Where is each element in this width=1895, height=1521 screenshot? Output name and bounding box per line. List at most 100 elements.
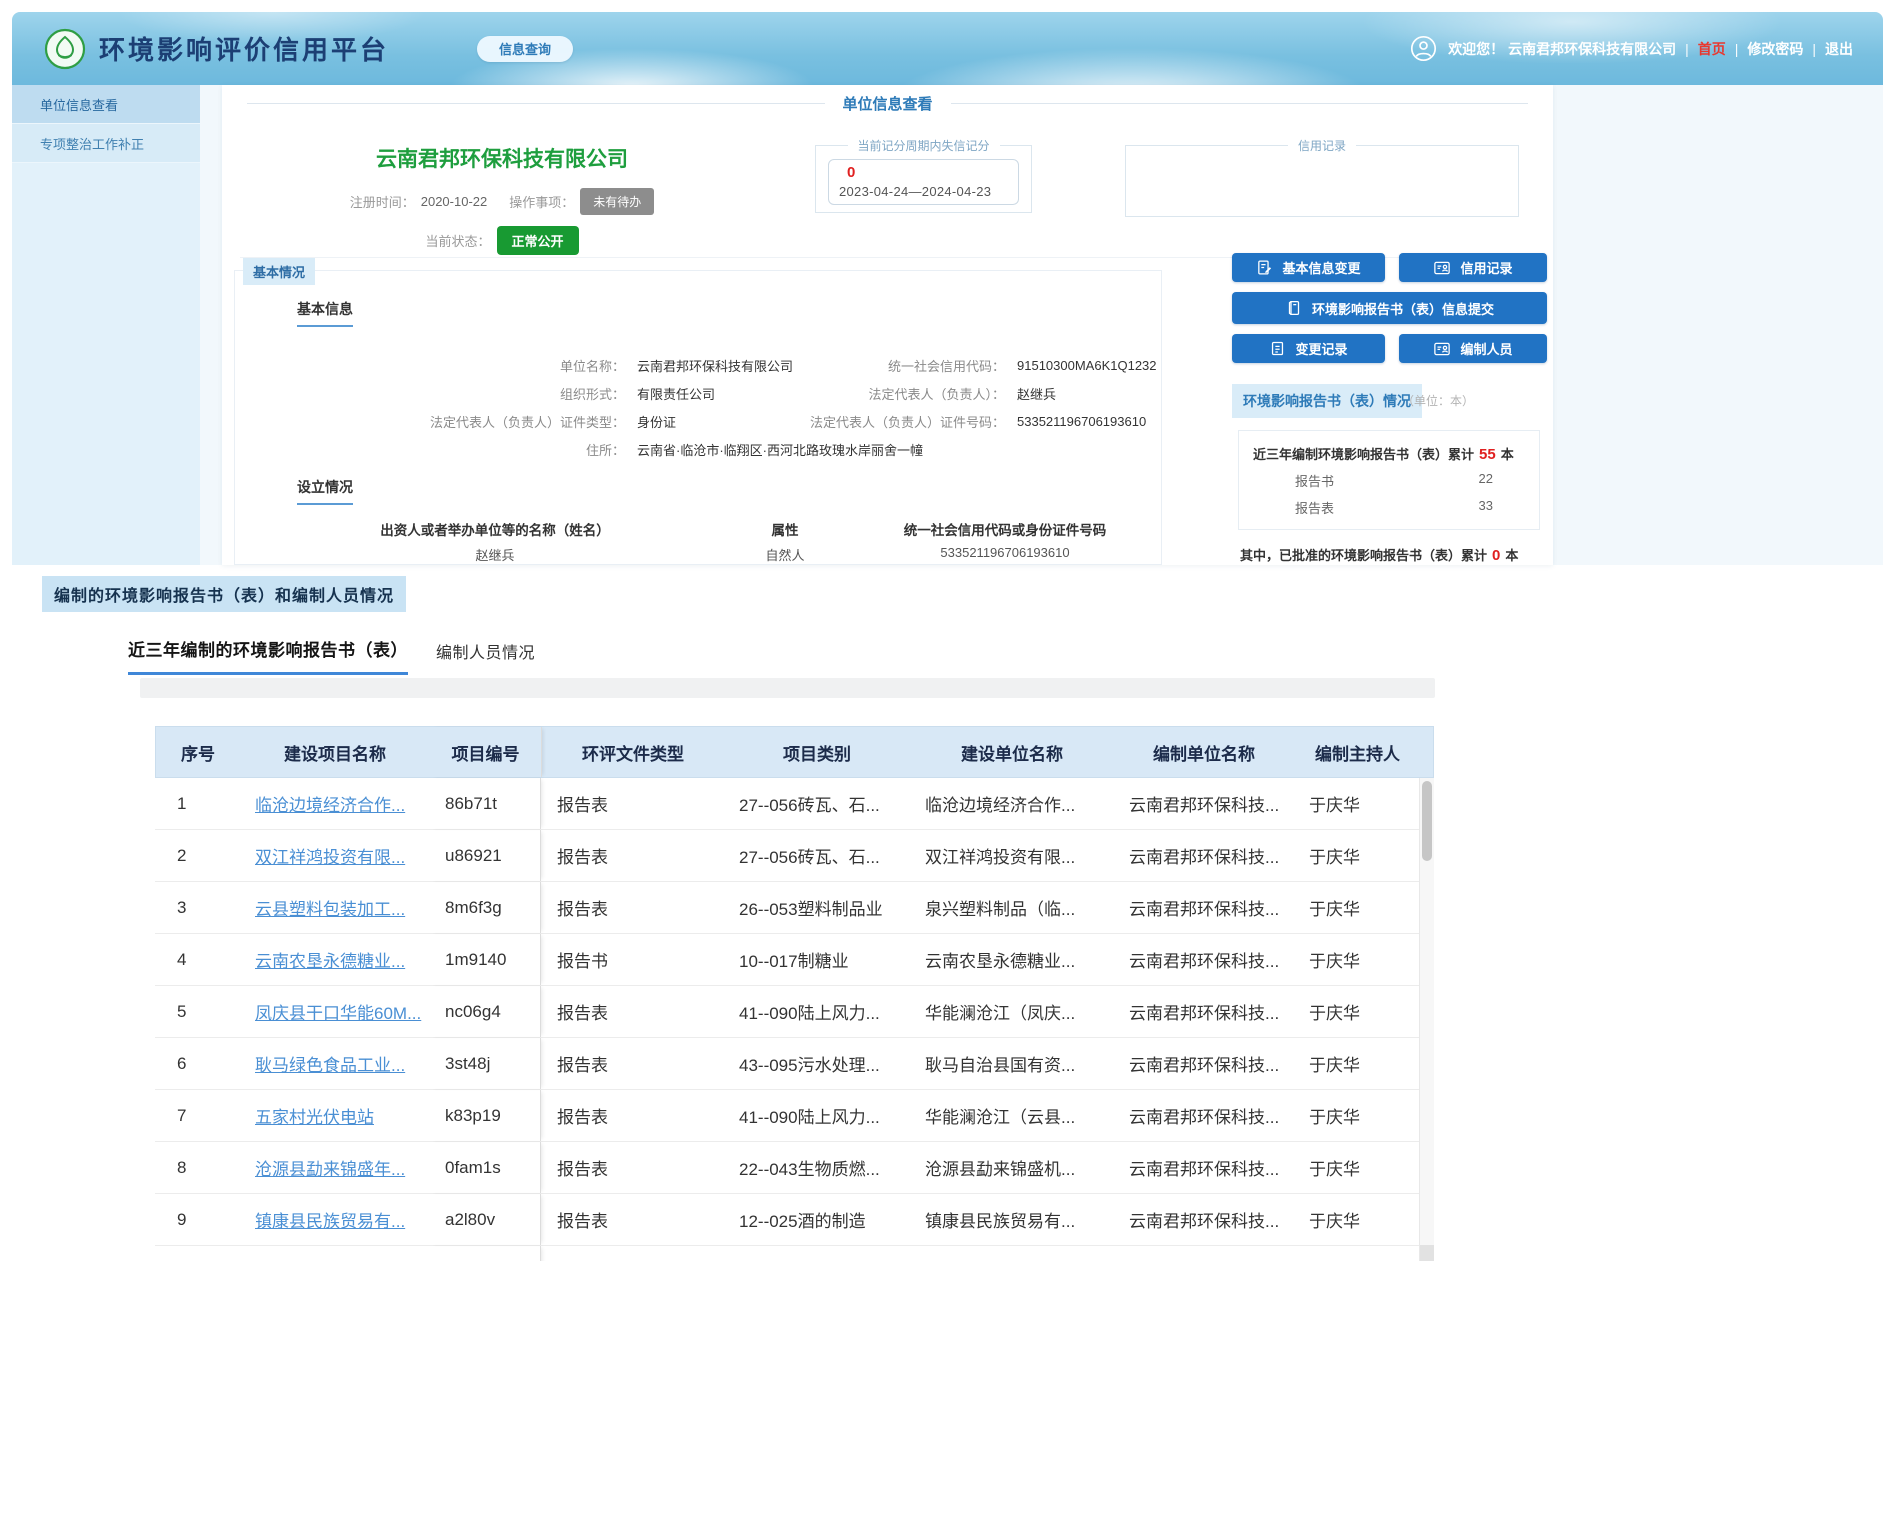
brand: 环境影响评价信用平台: [44, 28, 389, 70]
project-link[interactable]: 五家村光伏电站: [255, 1103, 374, 1128]
project-link[interactable]: 耿马绿色食品工业...: [255, 1051, 405, 1076]
score-inner-box: 0 2023-04-24—2024-04-23: [828, 159, 1019, 205]
todo-badge[interactable]: 未有待办: [580, 188, 654, 215]
cell-project-code: a2l80v: [429, 1194, 541, 1245]
report-row: 5 凤庆县干口华能60M... nc06g4 报告表 41--090陆上风力..…: [155, 986, 1434, 1038]
person-card-icon: [1433, 259, 1451, 277]
cell-doc-type: 报告表: [541, 882, 723, 933]
setup-code: 533521196706193610: [855, 545, 1155, 564]
credit-record-label: 信用记录: [1460, 258, 1512, 277]
project-link[interactable]: 云南农垦永德糖业...: [255, 947, 405, 972]
field-label: 法定代表人（负责人）：: [805, 384, 1005, 403]
cell-doc-type: 报告书: [541, 934, 723, 985]
table-scrollbar[interactable]: [1419, 778, 1434, 1261]
cell-doc-type: 报告表: [541, 778, 723, 829]
cell-owner-unit: 沧源县勐来锦盛机...: [909, 1142, 1113, 1193]
change-record-button[interactable]: 变更记录: [1232, 334, 1385, 363]
tab-recent-reports[interactable]: 近三年编制的环境影响报告书（表）: [128, 636, 408, 675]
field-value: 91510300MA6K1Q1232: [1017, 358, 1157, 373]
reports-section-label: 编制的环境影响报告书（表）和编制人员情况: [42, 576, 406, 612]
report-row: 1 临沧边境经济合作... 86b71t 报告表 27--056砖瓦、石... …: [155, 778, 1434, 830]
stats-item: 报告书 22: [1253, 463, 1525, 490]
setup-attribute: 自然人: [715, 545, 855, 564]
register-row: 注册时间： 2020-10-22 操作事项： 未有待办: [302, 188, 702, 215]
person-card-icon: [1433, 340, 1451, 358]
cell-lead: 于庆华: [1293, 986, 1420, 1037]
report-row: 3 云县塑料包装加工... 8m6f3g 报告表 26--053塑料制品业 泉兴…: [155, 882, 1434, 934]
page: 环境影响评价信用平台 信息查询 欢迎您！ 云南君邦环保科技有限公司 | 首页 |…: [0, 0, 1895, 1521]
cell-lead: 于庆华: [1293, 1194, 1420, 1245]
stats-approved-value: 0: [1492, 547, 1500, 564]
project-link[interactable]: 临沧边境经济合作...: [255, 791, 405, 816]
report-row: 7 五家村光伏电站 k83p19 报告表 41--090陆上风力... 华能澜沧…: [155, 1090, 1434, 1142]
cell-project-name: 五家村光伏电站: [239, 1090, 429, 1141]
nav-separator: |: [1685, 41, 1689, 57]
project-link[interactable]: 凤庆县干口华能60M...: [255, 999, 421, 1024]
project-link[interactable]: 镇康县民族贸易有...: [255, 1207, 405, 1232]
staff-button[interactable]: 编制人员: [1399, 334, 1547, 363]
register-label: 注册时间：: [350, 192, 415, 211]
table-header-cell: 编制主持人: [1294, 727, 1421, 777]
cell-project-name: 凤庆县干口华能60M...: [239, 986, 429, 1037]
sidebar-item[interactable]: 专项整治工作补正: [12, 124, 200, 163]
cell-project-name: 云南农垦永德糖业...: [239, 934, 429, 985]
cell-lead: 于庆华: [1293, 830, 1420, 881]
field-value: 身份证: [637, 412, 676, 431]
cell-lead: 于庆华: [1293, 1142, 1420, 1193]
cell-category: 26--053塑料制品业: [723, 882, 909, 933]
field-row: 住所： 云南省·临沧市·临翔区·西河北路玫瑰水岸丽舍一幢: [275, 435, 815, 463]
stats-item: 报告表 33: [1253, 490, 1525, 517]
tab-staff-info[interactable]: 编制人员情况: [436, 639, 535, 663]
score-box-title: 当前记分周期内失信记分: [847, 137, 999, 154]
status-label: 当前状态：: [425, 231, 490, 250]
sidebar-item[interactable]: 单位信息查看: [12, 85, 200, 124]
basic-section-label: 基本情况: [243, 258, 315, 285]
cell-seq: 9: [155, 1194, 239, 1245]
report-submit-button[interactable]: 环境影响报告书（表）信息提交: [1232, 292, 1547, 324]
nav-separator: |: [1812, 41, 1816, 57]
cell-category: 41--090陆上风力...: [723, 986, 909, 1037]
cell-compile-unit: 云南君邦环保科技...: [1113, 830, 1293, 881]
cell-lead: 于庆华: [1293, 1090, 1420, 1141]
project-link[interactable]: 沧源县勐来锦盛年...: [255, 1155, 405, 1180]
cell-project-name: 双江祥鸿投资有限...: [239, 830, 429, 881]
nav-change-password[interactable]: 修改密码: [1747, 39, 1803, 59]
project-link[interactable]: 双江祥鸿投资有限...: [255, 843, 405, 868]
setup-header-code: 统一社会信用代码或身份证件号码: [855, 519, 1155, 539]
basic-change-label: 基本信息变更: [1282, 258, 1360, 277]
nav-logout[interactable]: 退出: [1825, 39, 1853, 59]
cell-project-code: 86b71t: [429, 778, 541, 829]
credit-record-button[interactable]: 信用记录: [1399, 253, 1547, 282]
table-header-cell: 序号: [156, 727, 240, 777]
cell-compile-unit: 云南君邦环保科技...: [1113, 1038, 1293, 1089]
field-label: 统一社会信用代码：: [805, 356, 1005, 375]
sidebar-item-label: 单位信息查看: [40, 95, 118, 114]
cell-owner-unit: 镇康县民族贸易有...: [909, 1194, 1113, 1245]
report-submit-label: 环境影响报告书（表）信息提交: [1312, 299, 1494, 318]
basic-change-button[interactable]: 基本信息变更: [1232, 253, 1385, 282]
table-header-cell: 项目类别: [724, 727, 910, 777]
stats-item-label: 报告表: [1295, 498, 1334, 517]
cell-project-name: 耿马绿色食品工业...: [239, 1038, 429, 1089]
tab-basic-info[interactable]: 基本信息: [297, 299, 353, 327]
epa-logo-icon: [44, 28, 86, 70]
tab-setup-info[interactable]: 设立情况: [297, 477, 353, 505]
nav-home[interactable]: 首页: [1698, 39, 1726, 59]
stats-item-value: 22: [1479, 471, 1493, 490]
sidebar: 单位信息查看 专项整治工作补正: [12, 85, 200, 565]
project-link[interactable]: 云县塑料包装加工...: [255, 895, 405, 920]
field-row: 组织形式： 有限责任公司: [275, 379, 815, 407]
scrollbar-end[interactable]: [1420, 1245, 1434, 1261]
scrollbar-thumb[interactable]: [1422, 781, 1432, 861]
score-value: 0: [847, 164, 1008, 181]
credit-box-title: 信用记录: [1288, 137, 1356, 154]
info-query-button[interactable]: 信息查询: [477, 36, 573, 62]
report-row: 8 沧源县勐来锦盛年... 0fam1s 报告表 22--043生物质燃... …: [155, 1142, 1434, 1194]
cell-compile-unit: 云南君邦环保科技...: [1113, 778, 1293, 829]
status-row: 当前状态： 正常公开: [302, 226, 702, 255]
change-record-label: 变更记录: [1295, 339, 1347, 358]
reports-table: 序号 建设项目名称 项目编号 环评文件类型 项目类别 建设单位名称 编制单位名称…: [155, 726, 1434, 1261]
title-rule-left: [247, 103, 825, 104]
cell-doc-type: 报告表: [541, 1090, 723, 1141]
doc-edit-icon: [1256, 259, 1273, 276]
